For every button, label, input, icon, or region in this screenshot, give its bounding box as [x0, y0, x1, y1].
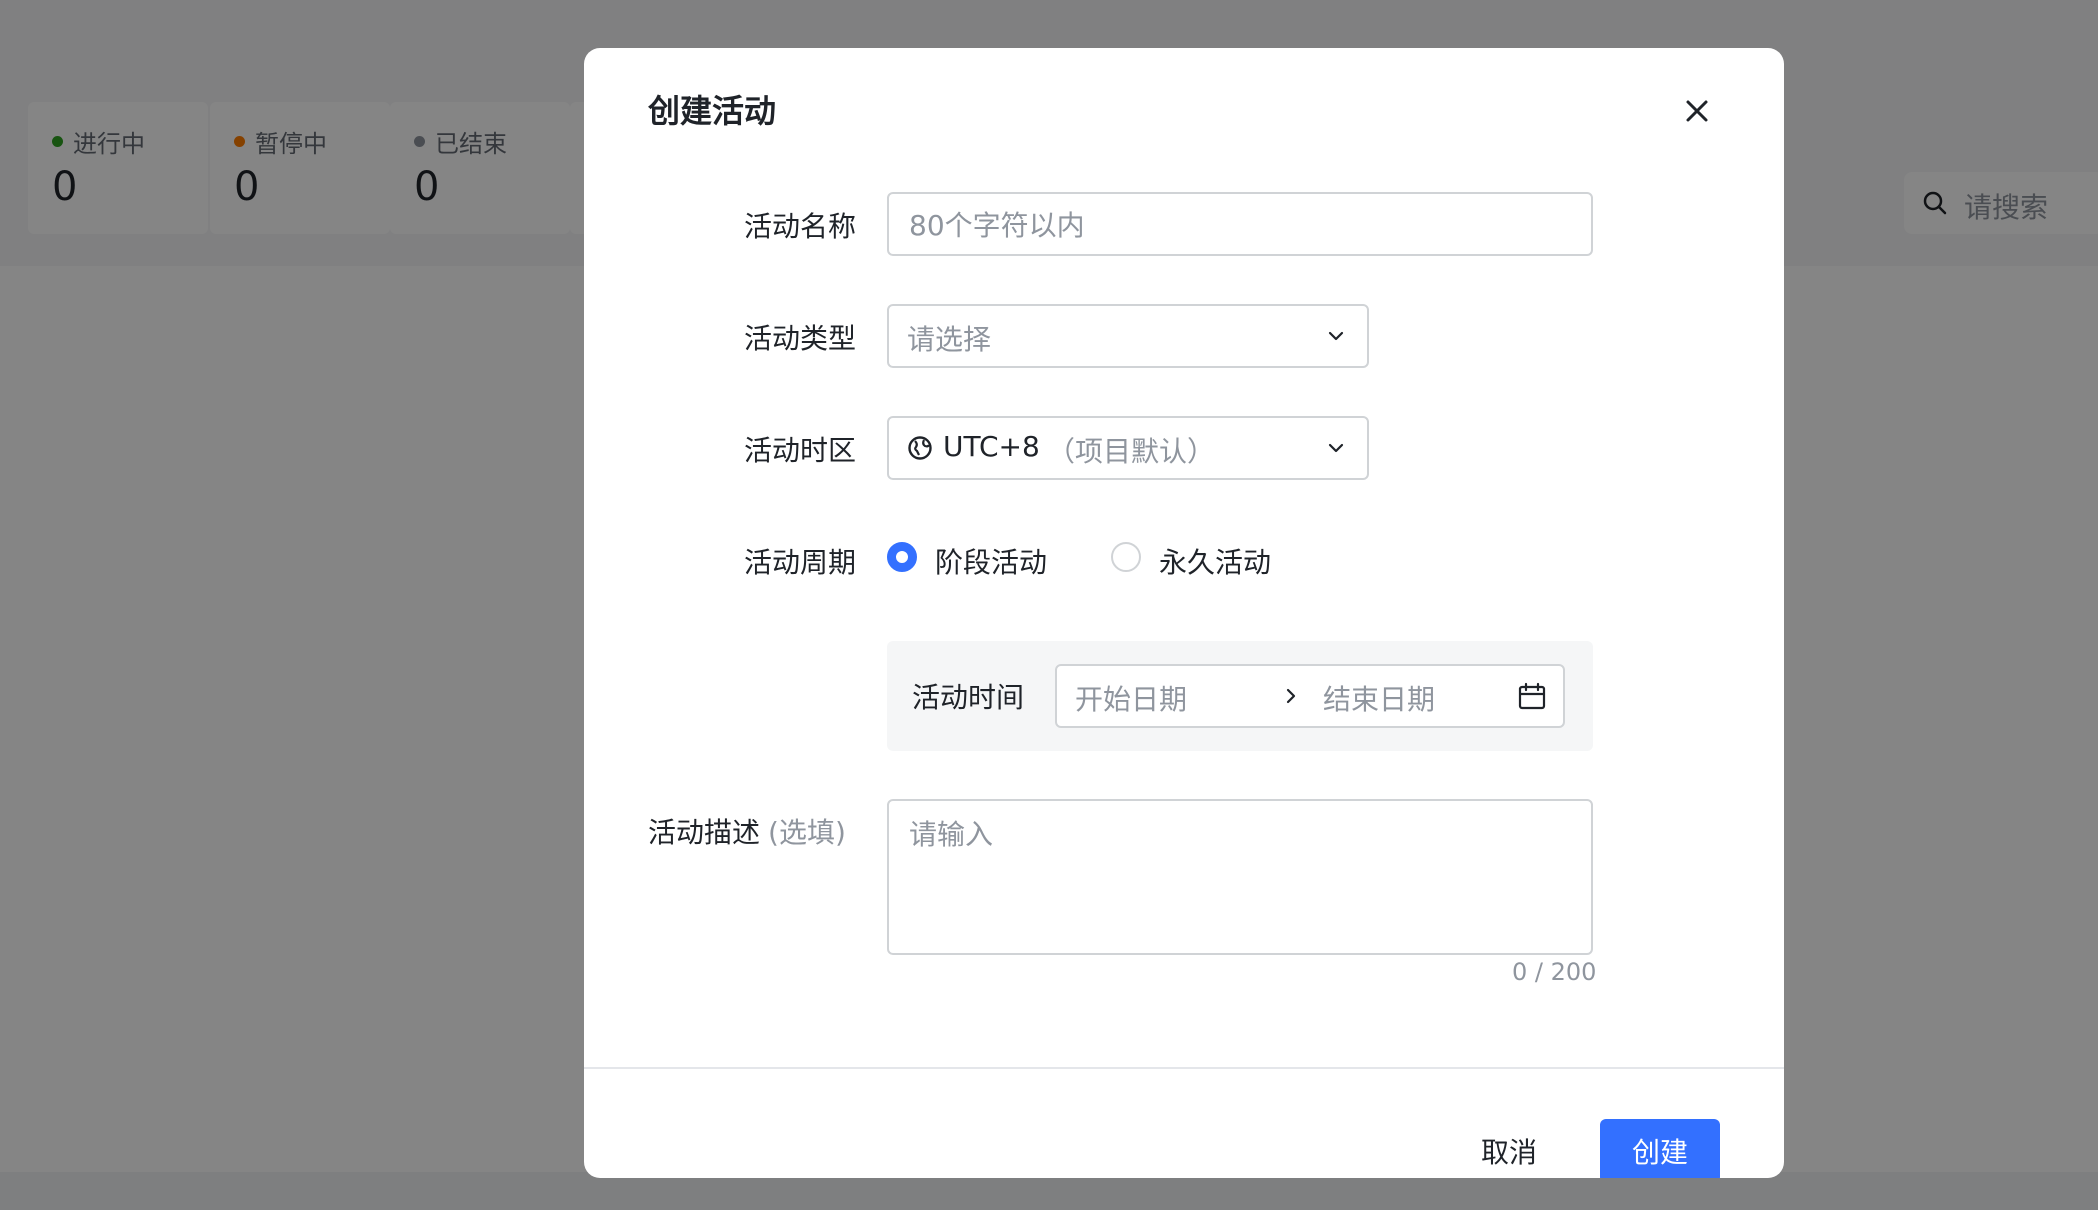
- dialog-title: 创建活动: [648, 92, 777, 130]
- name-label: 活动名称: [744, 210, 857, 243]
- timezone-label: 活动时区: [744, 434, 857, 467]
- close-icon[interactable]: [1678, 92, 1716, 130]
- description-char-counter: 0 / 200: [1512, 958, 1597, 986]
- radio-permanent-label[interactable]: 永久活动: [1159, 541, 1271, 581]
- activity-name-input[interactable]: [907, 204, 1571, 246]
- date-range-picker[interactable]: 开始日期 结束日期: [1055, 664, 1565, 728]
- timezone-select[interactable]: UTC+8 （项目默认）: [887, 416, 1369, 480]
- create-activity-dialog: 创建活动 活动名称 活动类型 请选择 活动时区 UTC+8 （项目默认） 活动周…: [584, 48, 1784, 1178]
- radio-phase-label[interactable]: 阶段活动: [935, 541, 1047, 581]
- description-optional-tag: (选填): [768, 816, 846, 849]
- type-label: 活动类型: [744, 322, 857, 355]
- calendar-icon: [1517, 681, 1547, 711]
- globe-icon: [907, 435, 933, 461]
- footer-divider: [584, 1067, 1784, 1069]
- chevron-down-icon: [1325, 437, 1347, 459]
- timezone-hint: （项目默认）: [1047, 435, 1216, 468]
- radio-permanent-activity[interactable]: [1111, 542, 1141, 572]
- chevron-down-icon: [1325, 325, 1347, 347]
- cancel-button[interactable]: 取消: [1464, 1119, 1554, 1178]
- activity-type-select[interactable]: 请选择: [887, 304, 1369, 368]
- type-placeholder: 请选择: [907, 323, 992, 356]
- activity-time-panel: 活动时间 开始日期 结束日期: [887, 641, 1593, 751]
- timezone-value: UTC+8: [943, 430, 1040, 463]
- end-date-placeholder[interactable]: 结束日期: [1323, 678, 1435, 718]
- activity-name-field[interactable]: [887, 192, 1593, 256]
- chevron-right-icon: [1281, 686, 1301, 706]
- period-label: 活动周期: [744, 546, 857, 579]
- create-button[interactable]: 创建: [1600, 1119, 1720, 1178]
- description-field[interactable]: [887, 799, 1593, 955]
- radio-phase-activity[interactable]: [887, 542, 917, 572]
- start-date-placeholder[interactable]: 开始日期: [1075, 678, 1187, 718]
- time-label: 活动时间: [912, 681, 1025, 714]
- description-label: 活动描述 (选填): [648, 811, 846, 851]
- description-textarea[interactable]: [907, 811, 1571, 945]
- description-label-text: 活动描述: [648, 816, 761, 849]
